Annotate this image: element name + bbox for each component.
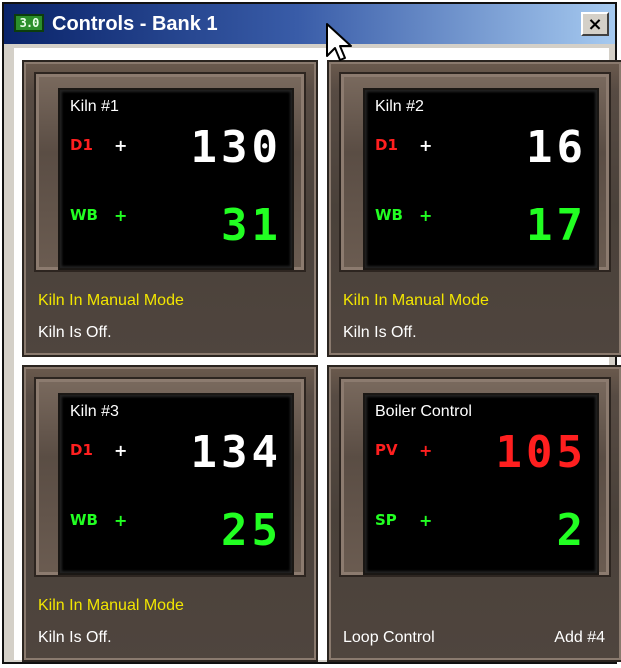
reading-value: 17 [526,200,587,251]
display-bezel: Kiln #2 D1 + 16 WB + 17 [339,72,611,272]
display-screen: Kiln #3 D1 + 134 WB + 25 [58,393,294,575]
status-power: Kiln Is Off. [38,629,112,646]
row-wb: WB + [70,200,127,230]
loop-control-label: Loop Control [343,629,435,646]
tile-title: Kiln #2 [375,98,424,115]
add-button-label[interactable]: Add #4 [554,629,605,647]
display-screen: Kiln #1 D1 + 130 WB + 31 [58,88,294,270]
plus-icon: + [114,440,128,460]
plus-icon: + [114,205,128,225]
plus-icon: + [419,135,433,155]
plus-icon: + [419,205,433,225]
reading-value: 2 [556,505,587,556]
controls-window: 3.0 Controls - Bank 1 × Kiln #1 D1 + 130… [2,2,621,664]
status-power: Kiln Is Off. [343,324,417,341]
reading-value: 105 [495,427,587,478]
row-d1: D1 + [70,130,127,160]
row-label: WB [375,206,403,224]
plus-icon: + [419,440,433,460]
tile-title: Kiln #1 [70,98,119,115]
close-button[interactable]: × [581,12,609,36]
tile-title: Boiler Control [375,403,472,420]
display-screen: Boiler Control PV + 105 SP + 2 [363,393,599,575]
reading-value: 31 [221,200,282,251]
display-bezel: Kiln #1 D1 + 130 WB + 31 [34,72,306,272]
row-d1: D1 + [375,130,432,160]
row-label: WB [70,206,98,224]
row-label: D1 [70,441,93,459]
display-bezel: Kiln #3 D1 + 134 WB + 25 [34,377,306,577]
row-label: PV [375,441,398,459]
window-titlebar[interactable]: 3.0 Controls - Bank 1 × [4,4,615,44]
plus-icon: + [419,510,433,530]
reading-value: 16 [526,122,587,173]
row-wb: WB + [70,505,127,535]
tile-title: Kiln #3 [70,403,119,420]
controls-content: Kiln #1 D1 + 130 WB + 31 Kiln In Manual … [14,48,621,662]
row-d1: D1 + [70,435,127,465]
reading-value: 25 [221,505,282,556]
close-icon: × [587,13,603,35]
display-screen: Kiln #2 D1 + 16 WB + 17 [363,88,599,270]
window-title: Controls - Bank 1 [52,13,218,35]
kiln-2-tile[interactable]: Kiln #2 D1 + 16 WB + 17 Kiln In Manual M… [327,60,621,357]
boiler-control-tile[interactable]: Boiler Control PV + 105 SP + 2 Loop Cont… [327,365,621,662]
display-bezel: Boiler Control PV + 105 SP + 2 [339,377,611,577]
plus-icon: + [114,135,128,155]
kiln-1-tile[interactable]: Kiln #1 D1 + 130 WB + 31 Kiln In Manual … [22,60,318,357]
status-mode: Kiln In Manual Mode [38,292,184,309]
status-mode: Kiln In Manual Mode [343,292,489,309]
plus-icon: + [114,510,128,530]
row-sp: SP + [375,505,432,535]
row-pv: PV + [375,435,432,465]
app-badge-icon: 3.0 [14,14,44,32]
row-label: SP [375,511,397,529]
reading-value: 130 [190,122,282,173]
row-label: D1 [375,136,398,154]
row-wb: WB + [375,200,432,230]
reading-value: 134 [190,427,282,478]
row-label: WB [70,511,98,529]
status-power: Kiln Is Off. [38,324,112,341]
row-label: D1 [70,136,93,154]
kiln-3-tile[interactable]: Kiln #3 D1 + 134 WB + 25 Kiln In Manual … [22,365,318,662]
status-mode: Kiln In Manual Mode [38,597,184,614]
